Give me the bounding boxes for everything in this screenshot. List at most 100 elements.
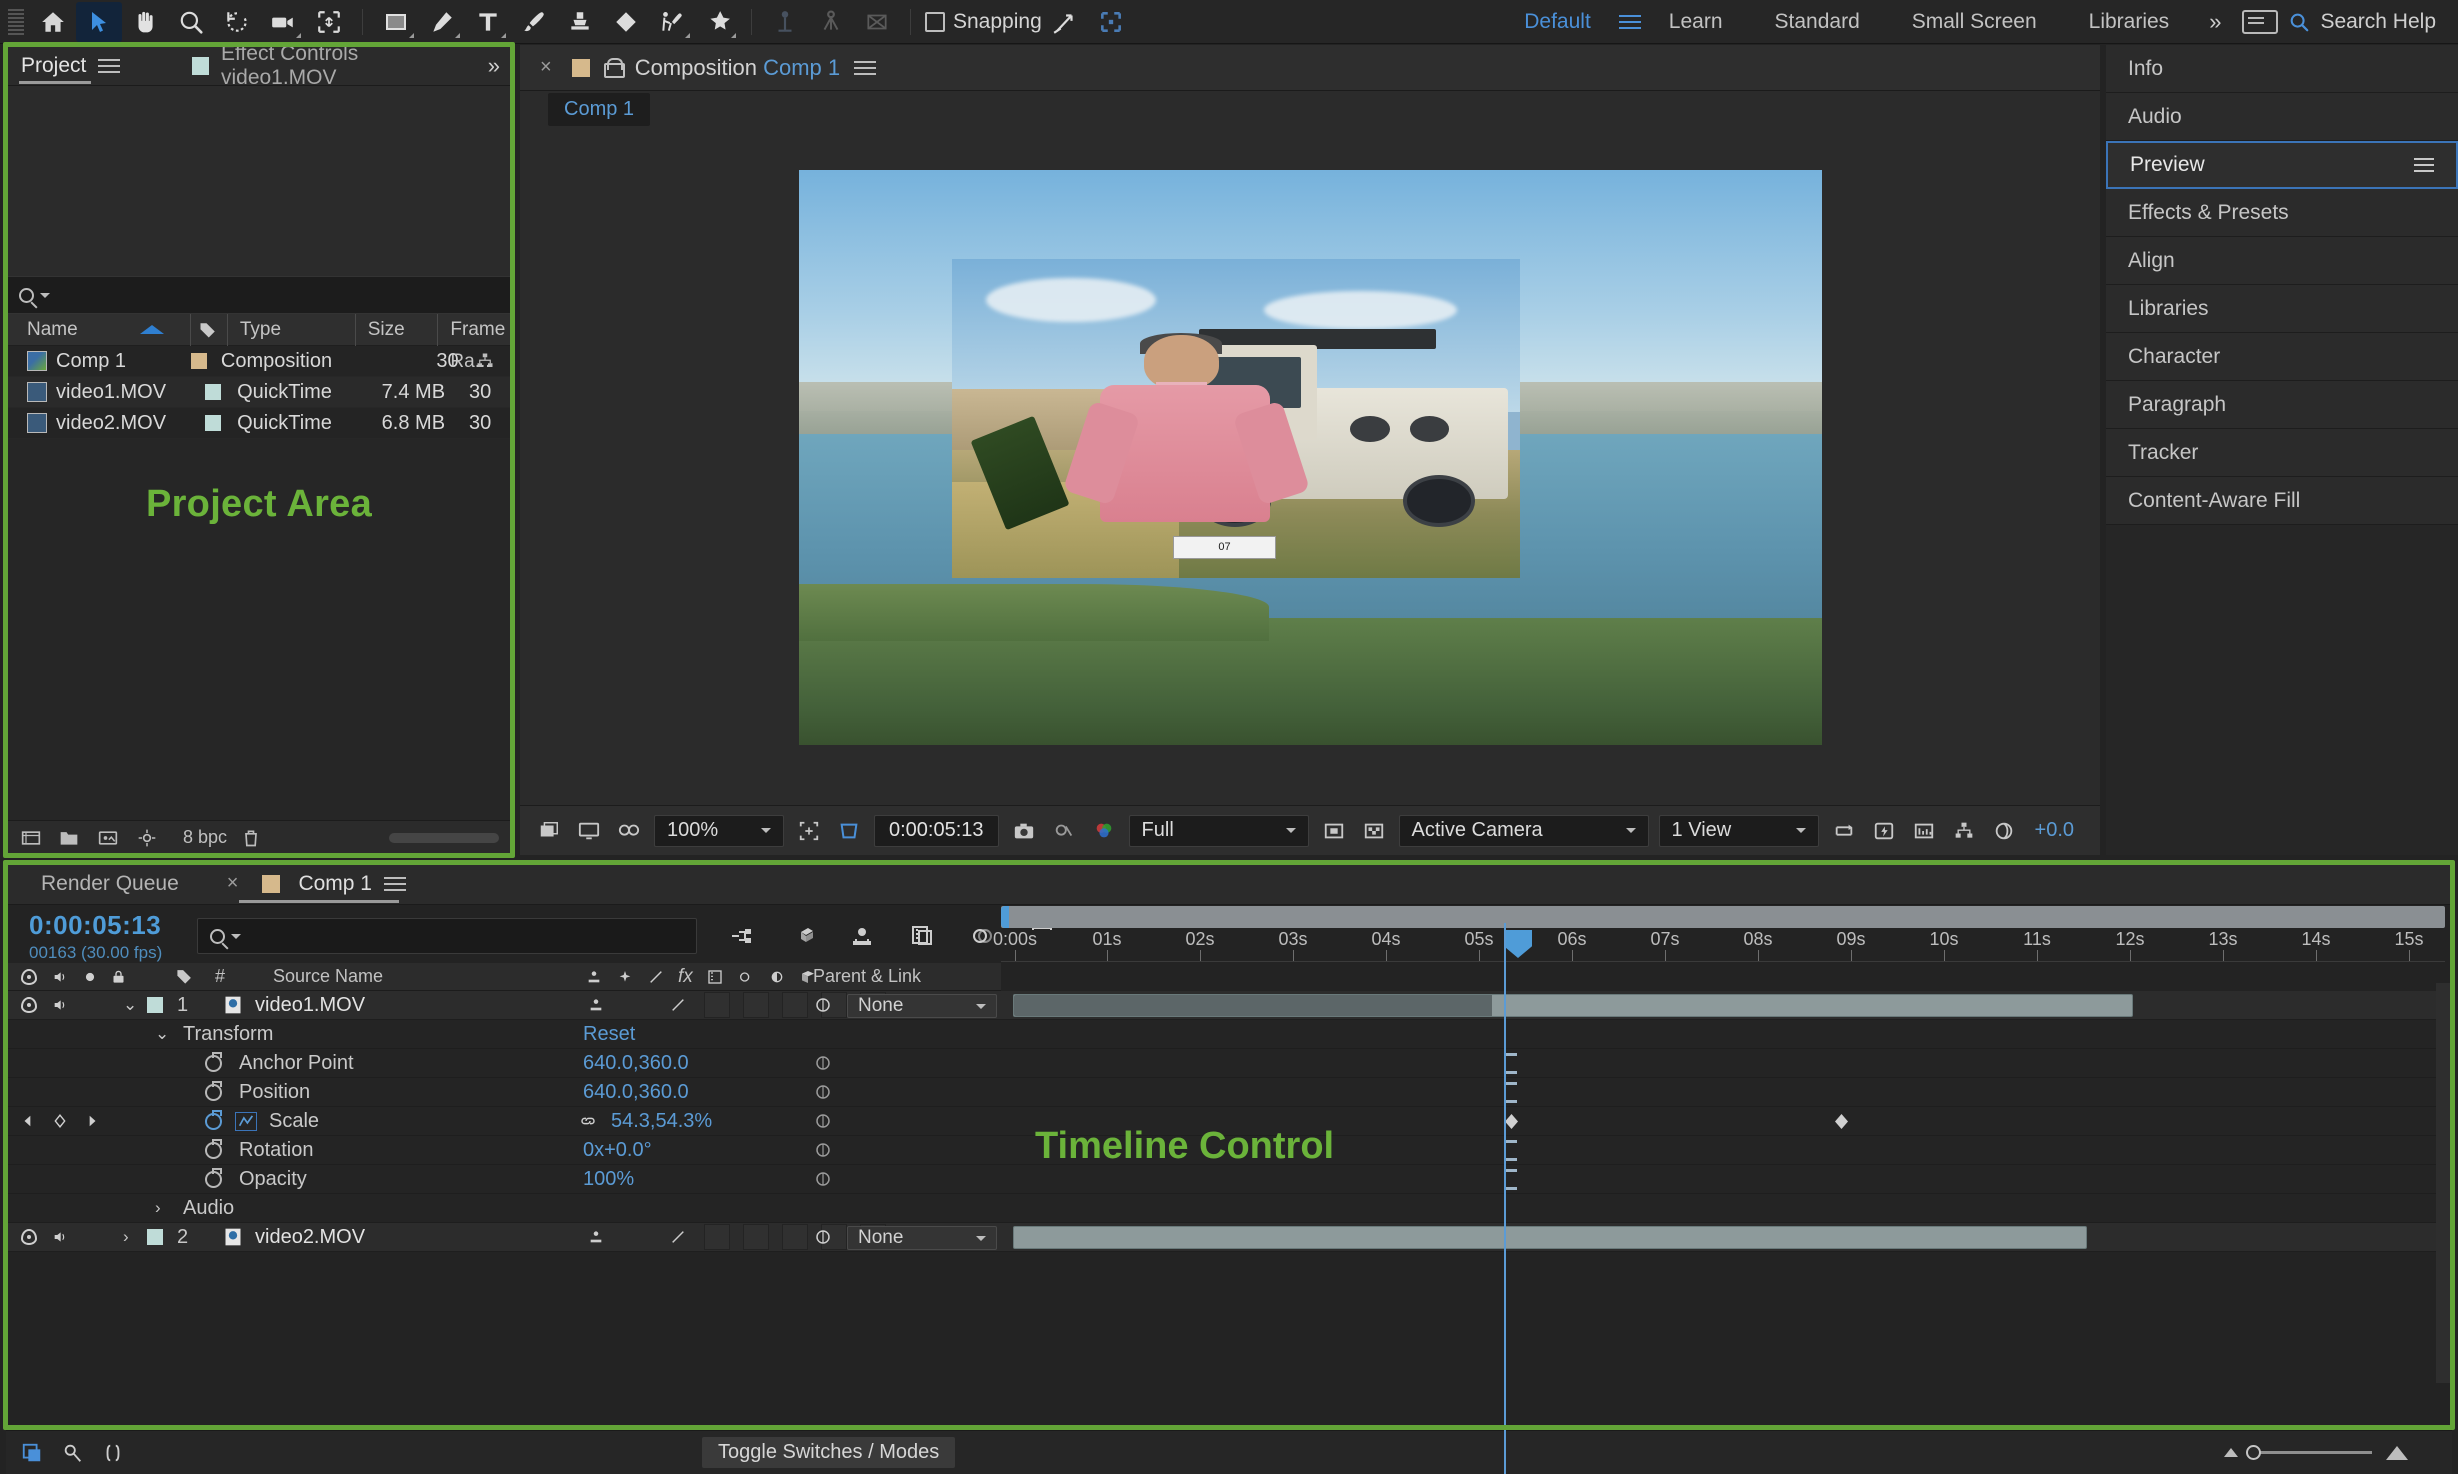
new-composition-icon[interactable] [95, 828, 121, 848]
keyboard-shortcuts-icon[interactable] [2242, 9, 2279, 34]
snapshot-icon[interactable] [1009, 818, 1039, 844]
pixel-aspect-icon[interactable] [1829, 818, 1859, 844]
parent-select[interactable]: None [847, 994, 997, 1018]
fast-previews-icon[interactable] [1869, 818, 1899, 844]
label-swatch[interactable] [147, 997, 163, 1013]
bit-depth-label[interactable]: 8 bpc [183, 827, 227, 848]
layer-row-2[interactable]: › 2 video2.MOV None [7, 1223, 2451, 1252]
new-folder-icon[interactable] [57, 828, 81, 848]
layer-row-1[interactable]: ⌄ 1 video1.MOV None [7, 991, 2451, 1020]
row-label-cell[interactable] [185, 353, 221, 369]
transform-reset-button[interactable]: Reset [583, 1023, 635, 1046]
audio-group-track[interactable] [1007, 1194, 2451, 1222]
camera-tool[interactable] [260, 2, 306, 42]
panel-item-align[interactable]: Align [2106, 237, 2458, 285]
workspace-default[interactable]: Default [1498, 0, 1617, 44]
stereo-3d-icon[interactable] [614, 818, 644, 844]
layer-track-1[interactable] [1007, 991, 2451, 1019]
snapping-checkbox[interactable] [925, 11, 945, 32]
switch-cell[interactable] [704, 992, 730, 1018]
table-row[interactable]: Comp 1 Composition 30 [7, 346, 511, 377]
viewer-timecode[interactable]: 0:00:05:13 [874, 814, 999, 847]
adjustment-layer-icon[interactable] [768, 969, 786, 985]
zoom-out-icon[interactable] [2224, 1448, 2238, 1457]
frame-blend-icon[interactable] [706, 969, 724, 985]
clone-stamp-tool[interactable] [557, 2, 603, 42]
motion-graphics-icon[interactable] [102, 1442, 124, 1464]
lock-icon[interactable] [603, 57, 625, 78]
work-area-start-handle[interactable] [1001, 906, 1009, 928]
project-settings-icon[interactable] [135, 828, 159, 848]
panel-menu-icon[interactable] [2414, 164, 2434, 166]
composition-canvas[interactable]: 07 [520, 127, 2100, 787]
flowchart-icon[interactable] [1949, 818, 1979, 844]
property-pickwhip-icon[interactable] [813, 1112, 833, 1130]
toggle-transparency-icon[interactable] [1359, 818, 1389, 844]
clip-bar[interactable] [1013, 1226, 2087, 1249]
solo-icon[interactable] [83, 970, 97, 984]
timeline-search-input[interactable] [197, 918, 697, 954]
composition-mini-flowchart-icon[interactable] [725, 921, 759, 951]
row-label-cell[interactable] [199, 415, 237, 431]
main-viewer-icon[interactable] [574, 818, 604, 844]
panel-item-paragraph[interactable]: Paragraph [2106, 381, 2458, 429]
workspace-overflow-icon[interactable]: » [2195, 9, 2232, 35]
property-value[interactable]: 640.0,360.0 [583, 1081, 689, 1104]
row-label-cell[interactable] [199, 384, 237, 400]
shy-icon[interactable] [585, 969, 603, 985]
toggle-switches-modes-button[interactable]: Toggle Switches / Modes [702, 1437, 956, 1468]
video-visibility-icon[interactable] [21, 968, 37, 985]
table-row[interactable]: video1.MOV QuickTime 7.4 MB 30 [7, 377, 511, 408]
panel-menu-icon[interactable] [98, 64, 121, 67]
property-track[interactable] [1007, 1165, 2451, 1193]
magnification-select[interactable]: 100% [654, 814, 784, 847]
rotation-tool[interactable] [214, 2, 260, 42]
transparency-grid-icon[interactable] [1319, 818, 1349, 844]
zoom-track[interactable] [2246, 1445, 2372, 1460]
project-scrollbar[interactable] [389, 832, 499, 843]
transform-group-track[interactable] [1007, 1020, 2451, 1048]
type-tool[interactable] [465, 2, 511, 42]
property-value[interactable]: 100% [583, 1168, 634, 1191]
panel-item-libraries[interactable]: Libraries [2106, 285, 2458, 333]
parent-pickwhip-icon[interactable] [813, 996, 833, 1014]
stopwatch-icon[interactable] [205, 1168, 222, 1188]
parent-link-column-label[interactable]: Parent & Link [813, 966, 921, 987]
axis-world-icon[interactable] [808, 2, 854, 42]
panel-item-audio[interactable]: Audio [2106, 93, 2458, 141]
keyframe[interactable] [1505, 1114, 1518, 1129]
show-snapshot-icon[interactable] [1049, 818, 1079, 844]
current-timecode[interactable]: 0:00:05:13 00163 (30.00 fps) [7, 910, 197, 963]
close-icon[interactable]: × [227, 872, 239, 895]
collapse-transformations-icon[interactable] [616, 969, 634, 985]
panel-menu-icon[interactable] [383, 882, 406, 885]
stopwatch-icon[interactable] [205, 1139, 222, 1159]
project-search-input[interactable] [7, 276, 511, 314]
resolution-region-icon[interactable] [794, 818, 824, 844]
transform-group-row[interactable]: ⌄ Transform Reset [7, 1020, 2451, 1049]
graph-editor-property-icon[interactable] [235, 1112, 257, 1131]
delete-icon[interactable] [241, 828, 261, 848]
zoom-in-icon[interactable] [2386, 1445, 2408, 1460]
shy-icon[interactable] [583, 1224, 609, 1250]
workspace-libraries[interactable]: Libraries [2063, 0, 2196, 44]
toolbar-grip[interactable] [8, 8, 24, 35]
timeline-ruler[interactable]: 0:00s 01s 02s 03s 04s 05s 06s 07s 08s 09… [993, 904, 2445, 962]
audio-icon[interactable] [51, 1229, 69, 1245]
camera-select[interactable]: Active Camera [1398, 814, 1649, 847]
eraser-tool[interactable] [603, 2, 649, 42]
timeline-vertical-scrollbar[interactable] [2436, 983, 2450, 1383]
keyframe[interactable] [1835, 1114, 1848, 1129]
property-track[interactable] [1007, 1049, 2451, 1077]
playhead[interactable] [1504, 923, 1506, 1474]
resolution-select[interactable]: Full [1128, 814, 1309, 847]
source-name-column-label[interactable]: Source Name [239, 966, 383, 987]
timeline-zoom-slider[interactable] [2224, 1445, 2438, 1460]
column-type[interactable]: Type [226, 313, 355, 346]
link-constrain-icon[interactable] [577, 1113, 599, 1129]
column-label[interactable] [189, 313, 227, 346]
hide-shy-layers-icon[interactable] [845, 921, 879, 951]
axis-view-icon[interactable] [854, 2, 900, 42]
zoom-tool[interactable] [168, 2, 214, 42]
switch-cell[interactable] [704, 1224, 730, 1250]
